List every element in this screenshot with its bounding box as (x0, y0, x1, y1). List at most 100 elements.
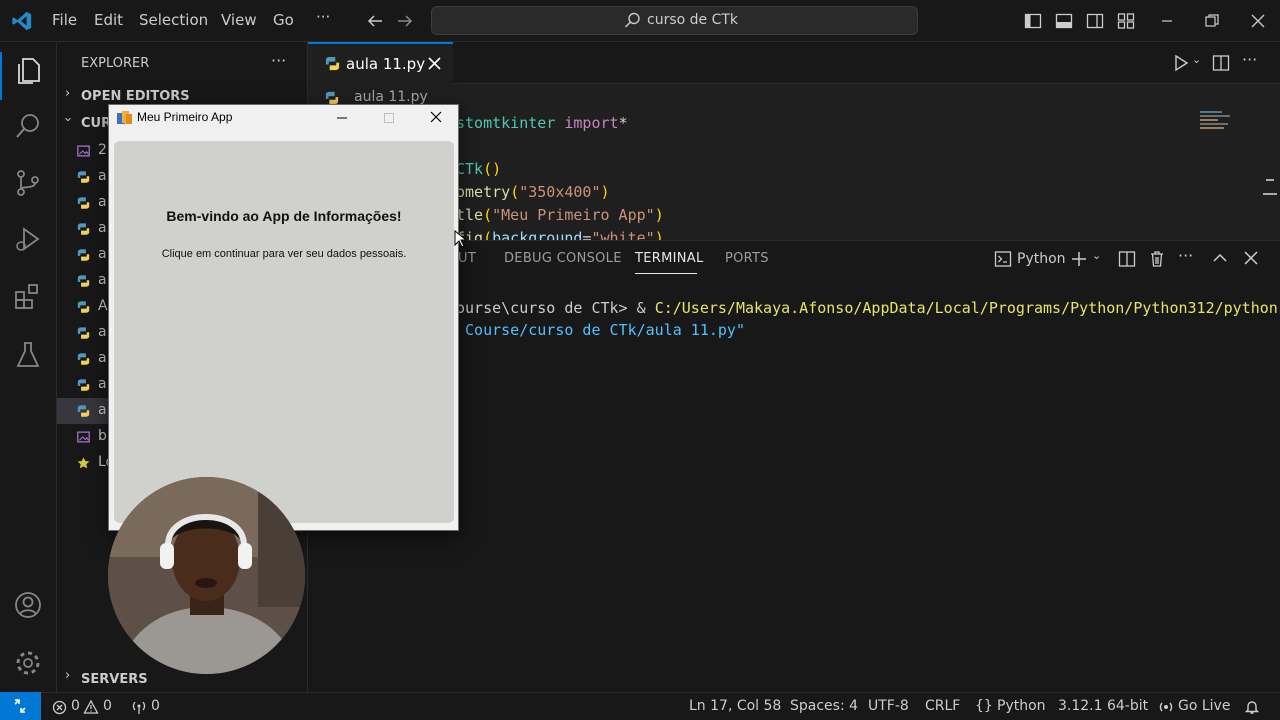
active-indicator (0, 52, 2, 100)
code-token: tle (456, 206, 484, 224)
remote-connection-icon (14, 699, 26, 713)
split-terminal-icon[interactable] (1118, 250, 1136, 268)
braces-icon: {} (975, 698, 993, 714)
warning-count: 0 (103, 698, 112, 714)
code-token: () (483, 160, 502, 178)
python-file-icon (77, 249, 90, 261)
close-tab-icon[interactable] (428, 57, 441, 70)
tab-label: aula 11.py (346, 55, 426, 73)
panel-more-button[interactable]: ··· (1178, 246, 1193, 265)
error-icon (52, 700, 67, 715)
problems-indicator[interactable]: 0 0 0 (50, 693, 170, 720)
sidebar-file-label: a (98, 194, 107, 210)
chevron-down-icon[interactable]: ⌄ (1192, 53, 1201, 66)
encoding[interactable]: UTF-8 (868, 698, 909, 714)
forward-arrow-icon[interactable] (396, 12, 414, 30)
chevron-right-icon: › (65, 668, 71, 683)
tab-aula-11[interactable]: aula 11.py (308, 42, 453, 85)
app-window-title: Meu Primeiro App (137, 110, 233, 124)
source-control-icon[interactable] (14, 168, 42, 198)
accounts-icon[interactable] (14, 590, 42, 620)
end-of-line[interactable]: CRLF (925, 698, 960, 714)
extensions-icon[interactable] (14, 282, 42, 312)
minimap[interactable] (1200, 109, 1236, 137)
python-file-icon (325, 91, 339, 105)
close-panel-icon[interactable] (1243, 250, 1259, 266)
go-live-button[interactable]: Go Live (1178, 698, 1230, 714)
sidebar-more-button[interactable]: ··· (271, 51, 286, 70)
run-debug-icon[interactable] (14, 224, 42, 254)
sidebar-file-label: 2 (98, 142, 107, 158)
ports-count: 0 (151, 698, 160, 714)
activity-bar (0, 42, 57, 692)
servers-label: SERVERS (81, 672, 148, 687)
python-interpreter[interactable]: 3.12.1 64-bit (1058, 698, 1148, 714)
trash-icon[interactable] (1148, 250, 1166, 268)
back-arrow-icon[interactable] (366, 12, 384, 30)
menu-view[interactable]: View (221, 11, 257, 29)
python-file-icon (77, 353, 90, 365)
image-file-icon (77, 431, 90, 443)
close-icon[interactable] (429, 110, 443, 124)
servers-section[interactable]: › SERVERS (57, 668, 308, 692)
menu-file[interactable]: File (52, 11, 77, 29)
code-token: ) (654, 206, 664, 224)
language-mode[interactable]: Python (997, 698, 1046, 714)
menu-go[interactable]: Go (273, 11, 294, 29)
maximize-panel-chevron-up-icon[interactable] (1212, 250, 1228, 266)
search-icon (624, 12, 640, 28)
new-terminal-plus-icon[interactable] (1070, 250, 1088, 268)
sidebar-file-label: a (98, 168, 107, 184)
toggle-sidebar-icon[interactable] (1024, 12, 1042, 30)
vscode-logo-icon (12, 11, 32, 31)
webcam-overlay (108, 477, 305, 674)
command-center-search[interactable]: curso de CTk (431, 6, 918, 35)
sidebar-file-label: a (98, 246, 107, 262)
testing-flask-icon[interactable] (14, 340, 42, 370)
breadcrumb-file: aula 11.py (354, 89, 428, 105)
restore-icon[interactable] (1203, 12, 1221, 30)
search-text: curso de CTk (647, 12, 739, 28)
welcome-heading: Bem-vindo ao App de Informações! (166, 208, 402, 224)
code-token: CTk (456, 160, 484, 178)
code-token: ( (510, 183, 520, 201)
minimize-icon[interactable] (335, 111, 349, 125)
folder-label: CUR (81, 116, 112, 131)
run-python-file-icon[interactable] (1172, 54, 1190, 72)
close-window-icon[interactable] (1249, 12, 1267, 30)
tab-ports[interactable]: PORTS (725, 251, 769, 266)
code-token: ( (483, 206, 493, 224)
indentation[interactable]: Spaces: 4 (790, 698, 858, 714)
tab-debug-console[interactable]: DEBUG CONSOLE (504, 251, 622, 266)
chevron-down-icon[interactable]: ⌄ (1092, 249, 1101, 262)
explorer-icon[interactable] (14, 56, 42, 86)
sidebar-file-label: a (98, 272, 107, 288)
toggle-secondary-sidebar-icon[interactable] (1086, 12, 1104, 30)
python-file-icon (77, 379, 90, 391)
search-view-icon[interactable] (14, 112, 42, 142)
settings-gear-icon[interactable] (14, 648, 42, 678)
tab-output[interactable]: UT (458, 251, 476, 266)
terminal-shell-label[interactable]: Python (1017, 251, 1066, 267)
menu-selection[interactable]: Selection (139, 11, 208, 29)
code-token: import (564, 114, 619, 132)
python-file-icon (77, 327, 90, 339)
customize-layout-icon[interactable] (1117, 12, 1135, 30)
python-file-icon (77, 275, 90, 287)
sidebar-file-label: A (98, 298, 108, 314)
menu-more[interactable]: ··· (316, 8, 330, 26)
app-content-area: Bem-vindo ao App de Informações! Clique … (114, 141, 454, 523)
split-editor-icon[interactable] (1212, 54, 1230, 72)
editor-more-button[interactable]: ··· (1242, 50, 1257, 69)
code-token: ) (600, 183, 610, 201)
tab-terminal[interactable]: TERMINAL (635, 251, 704, 266)
terminal-icon (994, 251, 1012, 267)
toggle-panel-icon[interactable] (1055, 12, 1073, 30)
go-live-broadcast-icon (1159, 702, 1173, 712)
notifications-bell-icon[interactable] (1244, 699, 1260, 715)
minimize-icon[interactable] (1158, 12, 1176, 30)
menu-edit[interactable]: Edit (94, 11, 123, 29)
remote-indicator[interactable] (0, 692, 41, 720)
cursor-position[interactable]: Ln 17, Col 58 (689, 698, 781, 714)
tk-app-window[interactable]: Meu Primeiro App Bem-vindo ao App de Inf… (108, 104, 459, 531)
